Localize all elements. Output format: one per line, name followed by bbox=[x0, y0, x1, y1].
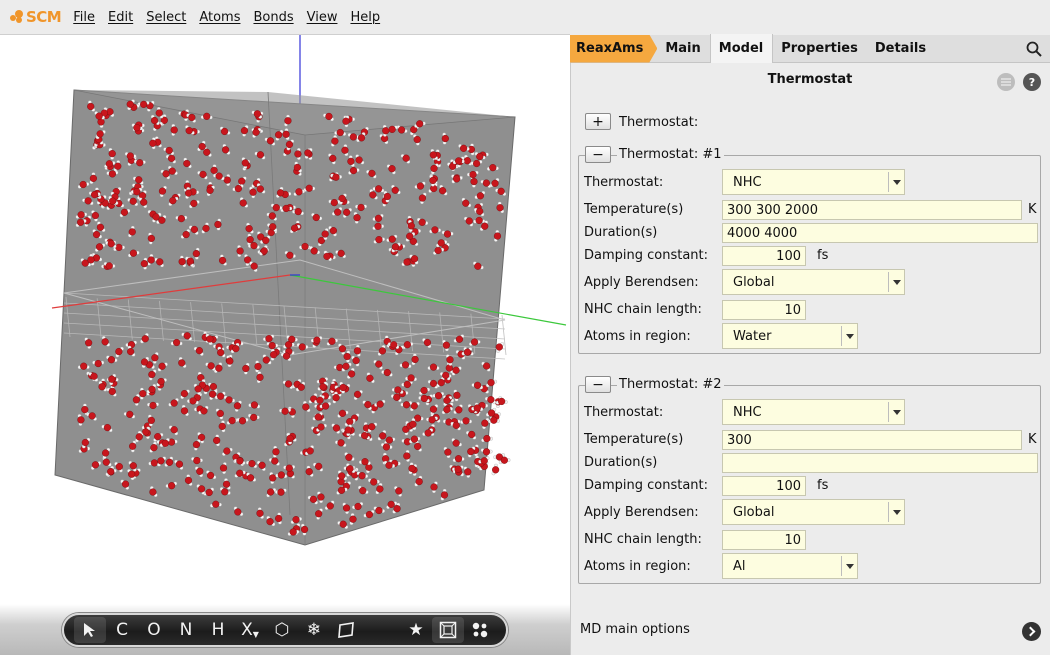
thermostat-1-temperature-input[interactable]: 300 300 2000 bbox=[722, 200, 1022, 220]
menu-bar: SCM File Edit Select Atoms Bonds View He… bbox=[0, 0, 570, 35]
tab-details[interactable]: Details bbox=[867, 35, 935, 63]
carbon-button[interactable]: C bbox=[106, 617, 138, 643]
thermostat-2-damping-label: Damping constant: bbox=[584, 478, 709, 493]
other-element-button[interactable]: X ▼ bbox=[234, 617, 266, 643]
tab-main[interactable]: Main bbox=[657, 35, 709, 63]
thermostat-2-duration-input[interactable] bbox=[722, 453, 1038, 473]
thermostat-1-type-select[interactable]: NHC bbox=[722, 169, 905, 195]
molecule-viewport[interactable] bbox=[0, 35, 570, 604]
panel-title: Thermostat bbox=[767, 72, 853, 87]
thermostat-2-header: Thermostat: #2 bbox=[617, 377, 724, 392]
panel-menu-icon[interactable] bbox=[997, 73, 1015, 91]
menu-file[interactable]: File bbox=[73, 10, 95, 25]
thermostat-2-region-value: Al bbox=[733, 558, 746, 574]
thermostat-1-header: Thermostat: #1 bbox=[617, 147, 724, 162]
chevron-down-icon bbox=[888, 502, 904, 522]
thermostat-2-nhc-label: NHC chain length: bbox=[584, 532, 702, 547]
thermostat-1-type-value: NHC bbox=[733, 174, 762, 190]
thermostat-2-berendsen-label: Apply Berendsen: bbox=[584, 505, 699, 520]
chevron-down-icon bbox=[841, 556, 857, 576]
toolbar-area: C O N H X ▼ ⬡ ❄ ★ bbox=[0, 604, 570, 655]
thermostat-2-duration-label: Duration(s) bbox=[584, 455, 658, 470]
thermostat-2-type-select[interactable]: NHC bbox=[722, 399, 905, 425]
scm-logo: SCM bbox=[10, 8, 62, 26]
panel-tab-bar: ReaxAms Main Model Properties Details bbox=[570, 34, 1050, 63]
molecule-dots-icon[interactable] bbox=[464, 617, 496, 643]
thermostat-1-nhc-input[interactable]: 10 bbox=[722, 300, 806, 320]
menu-edit[interactable]: Edit bbox=[108, 10, 133, 25]
thermostat-1-type-label: Thermostat: bbox=[584, 175, 664, 190]
plane-icon[interactable] bbox=[330, 617, 362, 643]
md-main-options-link[interactable]: MD main options bbox=[580, 622, 690, 637]
chevron-down-icon bbox=[888, 272, 904, 292]
chevron-down-icon bbox=[888, 172, 904, 192]
thermostat-2-berendsen-select[interactable]: Global bbox=[722, 499, 905, 525]
add-thermostat-label: Thermostat: bbox=[619, 115, 699, 130]
thermostat-2-type-label: Thermostat: bbox=[584, 405, 664, 420]
oxygen-button[interactable]: O bbox=[138, 617, 170, 643]
thermostat-1-duration-label: Duration(s) bbox=[584, 225, 658, 240]
favorites-star-icon[interactable]: ★ bbox=[400, 617, 432, 643]
thermostat-1-berendsen-value: Global bbox=[733, 274, 775, 290]
thermostat-1-temperature-unit: K bbox=[1028, 202, 1037, 217]
thermostat-2-damping-input[interactable]: 100 bbox=[722, 476, 806, 496]
thermostat-1-region-select[interactable]: Water bbox=[722, 323, 858, 349]
search-icon[interactable] bbox=[1026, 41, 1042, 57]
thermostat-2-nhc-input[interactable]: 10 bbox=[722, 530, 806, 550]
thermostat-2-region-label: Atoms in region: bbox=[584, 559, 691, 574]
thermostat-2-damping-unit: fs bbox=[817, 478, 829, 493]
thermostat-1-berendsen-label: Apply Berendsen: bbox=[584, 275, 699, 290]
menu-atoms[interactable]: Atoms bbox=[199, 10, 240, 25]
tab-properties[interactable]: Properties bbox=[773, 35, 867, 63]
nitrogen-button[interactable]: N bbox=[170, 617, 202, 643]
thermostat-1-damping-label: Damping constant: bbox=[584, 248, 709, 263]
thermostat-1-region-value: Water bbox=[733, 328, 772, 344]
other-element-label: X bbox=[241, 620, 253, 640]
tab-reaxams[interactable]: ReaxAms bbox=[570, 35, 657, 63]
thermostat-1-damping-unit: fs bbox=[817, 248, 829, 263]
remove-thermostat-1-button[interactable]: − bbox=[585, 146, 611, 163]
hydrogen-button[interactable]: H bbox=[202, 617, 234, 643]
thermostat-1-region-label: Atoms in region: bbox=[584, 329, 691, 344]
help-icon[interactable]: ? bbox=[1023, 73, 1041, 91]
menu-select[interactable]: Select bbox=[146, 10, 186, 25]
thermostat-1-nhc-label: NHC chain length: bbox=[584, 302, 702, 317]
thermostat-2-temperature-label: Temperature(s) bbox=[584, 432, 684, 447]
remove-thermostat-2-button[interactable]: − bbox=[585, 376, 611, 393]
menu-view[interactable]: View bbox=[307, 10, 338, 25]
tab-model[interactable]: Model bbox=[709, 34, 774, 63]
thermostat-1-damping-input[interactable]: 100 bbox=[722, 246, 806, 266]
menu-help[interactable]: Help bbox=[350, 10, 380, 25]
dropdown-triangle-icon: ▼ bbox=[252, 629, 259, 639]
select-arrow-icon[interactable] bbox=[74, 617, 106, 643]
snowflake-icon[interactable]: ❄ bbox=[298, 617, 330, 643]
ring-icon[interactable]: ⬡ bbox=[266, 617, 298, 643]
menu-bonds[interactable]: Bonds bbox=[253, 10, 293, 25]
thermostat-2-region-select[interactable]: Al bbox=[722, 553, 858, 579]
simulation-box-scene bbox=[51, 35, 567, 546]
periodic-box-icon[interactable] bbox=[432, 617, 464, 643]
thermostat-2-temperature-input[interactable]: 300 bbox=[722, 430, 1022, 450]
chevron-down-icon bbox=[841, 326, 857, 346]
add-thermostat-button[interactable]: + bbox=[585, 113, 611, 130]
logo-dots-icon bbox=[10, 10, 26, 24]
thermostat-1-berendsen-select[interactable]: Global bbox=[722, 269, 905, 295]
thermostat-1-duration-input[interactable]: 4000 4000 bbox=[722, 223, 1038, 243]
edit-toolbar: C O N H X ▼ ⬡ ❄ ★ bbox=[62, 613, 508, 647]
thermostat-1-temperature-label: Temperature(s) bbox=[584, 202, 684, 217]
chevron-down-icon bbox=[888, 402, 904, 422]
thermostat-2-berendsen-value: Global bbox=[733, 504, 775, 520]
logo-text: SCM bbox=[26, 8, 62, 26]
thermostat-2-temperature-unit: K bbox=[1028, 432, 1037, 447]
chevron-right-icon[interactable] bbox=[1022, 622, 1041, 641]
thermostat-2-type-value: NHC bbox=[733, 404, 762, 420]
